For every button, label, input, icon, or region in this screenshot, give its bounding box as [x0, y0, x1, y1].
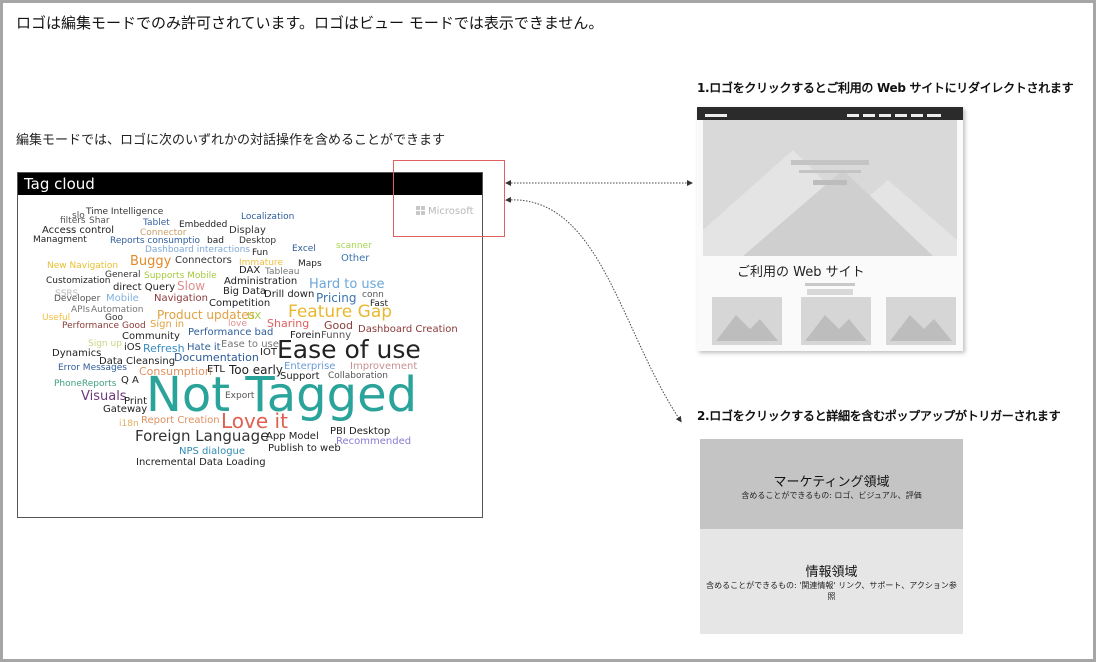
thumbnail-image-icon	[890, 315, 952, 341]
website-hero-image	[703, 120, 957, 256]
website-button-shape	[807, 289, 853, 295]
website-thumbnail	[886, 297, 956, 345]
website-thumbnail	[801, 297, 871, 345]
website-thumbnail	[712, 297, 782, 345]
connector-to-popup	[505, 196, 682, 423]
information-area-text: 含めることができるもの: '関連情報' リンク、サポート、アクション参照	[706, 581, 957, 601]
option-1-label: 1.ロゴをクリックするとご利用の Web サイトにリダイレクトされます	[697, 81, 1074, 95]
thumbnail-image-icon	[716, 315, 778, 341]
marketing-area-text: 含めることができるもの: ロゴ、ビジュアル、評価	[741, 491, 922, 500]
website-nav-bar	[697, 107, 963, 120]
marketing-area: マーケティング領域 含めることができるもの: ロゴ、ビジュアル、評価	[700, 439, 963, 529]
website-mockup: ご利用の Web サイト	[697, 107, 963, 351]
option-2-label: 2.ロゴをクリックすると詳細を含むポップアップがトリガーされます	[697, 409, 1061, 423]
information-area-title: 情報領域	[805, 565, 858, 580]
details-popup: マーケティング領域 含めることができるもの: ロゴ、ビジュアル、評価 情報領域 …	[700, 439, 963, 634]
website-text-bar	[805, 283, 855, 286]
marketing-area-title: マーケティング領域	[773, 475, 890, 490]
mountain-image-icon	[703, 150, 957, 256]
thumbnail-image-icon	[805, 315, 867, 341]
website-caption: ご利用の Web サイト	[737, 265, 865, 280]
information-area: 情報領域 含めることができるもの: '関連情報' リンク、サポート、アクション参…	[700, 529, 963, 634]
